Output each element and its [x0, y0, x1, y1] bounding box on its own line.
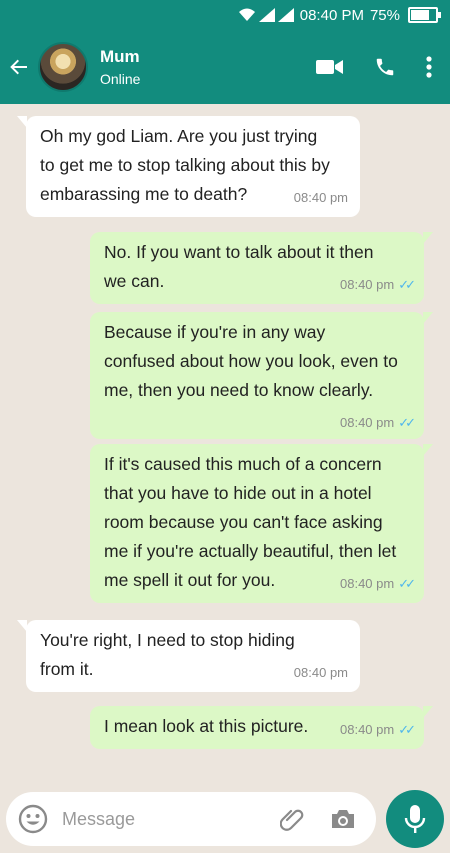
- camera-icon[interactable]: [330, 808, 356, 830]
- avatar[interactable]: [38, 42, 88, 92]
- more-vert-icon[interactable]: [426, 56, 432, 78]
- message-time: 08:40 pm: [340, 415, 395, 430]
- contact-name: Mum: [100, 47, 140, 66]
- message-text: Oh my god Liam. Are you just trying to g…: [40, 126, 330, 204]
- chat-header: Mum Online: [0, 30, 450, 104]
- message-bubble-incoming[interactable]: Oh my god Liam. Are you just trying to g…: [17, 116, 360, 217]
- message-list[interactable]: Oh my god Liam. Are you just trying to g…: [0, 104, 450, 784]
- message-text: No. If you want to talk about it then we…: [104, 242, 374, 291]
- read-ticks-icon: ✓✓: [398, 576, 416, 591]
- message-time: 08:40 pm: [340, 277, 395, 292]
- message-composer: Message: [6, 792, 376, 846]
- message-time: 08:40 pm: [293, 665, 348, 680]
- clock: 08:40 PM: [299, 6, 364, 24]
- status-bar: 08:40 PM 75%: [0, 0, 450, 30]
- message-time: 08:40 pm: [293, 190, 348, 205]
- message-text: Because if you're in any way confused ab…: [104, 322, 398, 400]
- message-input[interactable]: Message: [62, 809, 280, 830]
- battery-percent: 75%: [369, 6, 400, 24]
- cell-signal-icon: [277, 8, 294, 22]
- paperclip-icon[interactable]: [280, 806, 306, 832]
- mic-icon[interactable]: [386, 790, 444, 848]
- cell-signal-icon: [258, 8, 275, 22]
- wifi-icon: [238, 8, 255, 21]
- contact-info[interactable]: Mum Online: [100, 47, 316, 87]
- message-text: If it's caused this much of a concern th…: [104, 454, 397, 590]
- read-ticks-icon: ✓✓: [398, 722, 416, 737]
- read-ticks-icon: ✓✓: [398, 277, 416, 292]
- message-text: I mean look at this picture.: [104, 716, 309, 736]
- emoji-icon[interactable]: [18, 804, 48, 834]
- message-bubble-outgoing[interactable]: Because if you're in any way confused ab…: [90, 312, 433, 439]
- arrow-left-icon[interactable]: [0, 57, 38, 77]
- message-text: You're right, I need to stop hiding from…: [40, 630, 295, 679]
- phone-icon[interactable]: [374, 56, 396, 78]
- read-ticks-icon: ✓✓: [398, 415, 416, 430]
- battery-icon: [408, 7, 441, 23]
- message-bubble-outgoing[interactable]: I mean look at this picture. 08:40 pm ✓✓: [90, 706, 433, 749]
- message-time: 08:40 pm: [340, 722, 395, 737]
- message-bubble-incoming[interactable]: You're right, I need to stop hiding from…: [17, 620, 360, 692]
- video-call-icon[interactable]: [316, 58, 344, 76]
- message-bubble-outgoing[interactable]: No. If you want to talk about it then we…: [90, 232, 433, 304]
- signal-icons: [238, 8, 294, 22]
- message-bubble-outgoing[interactable]: If it's caused this much of a concern th…: [90, 444, 433, 603]
- message-time: 08:40 pm: [340, 576, 395, 591]
- contact-status: Online: [100, 71, 141, 87]
